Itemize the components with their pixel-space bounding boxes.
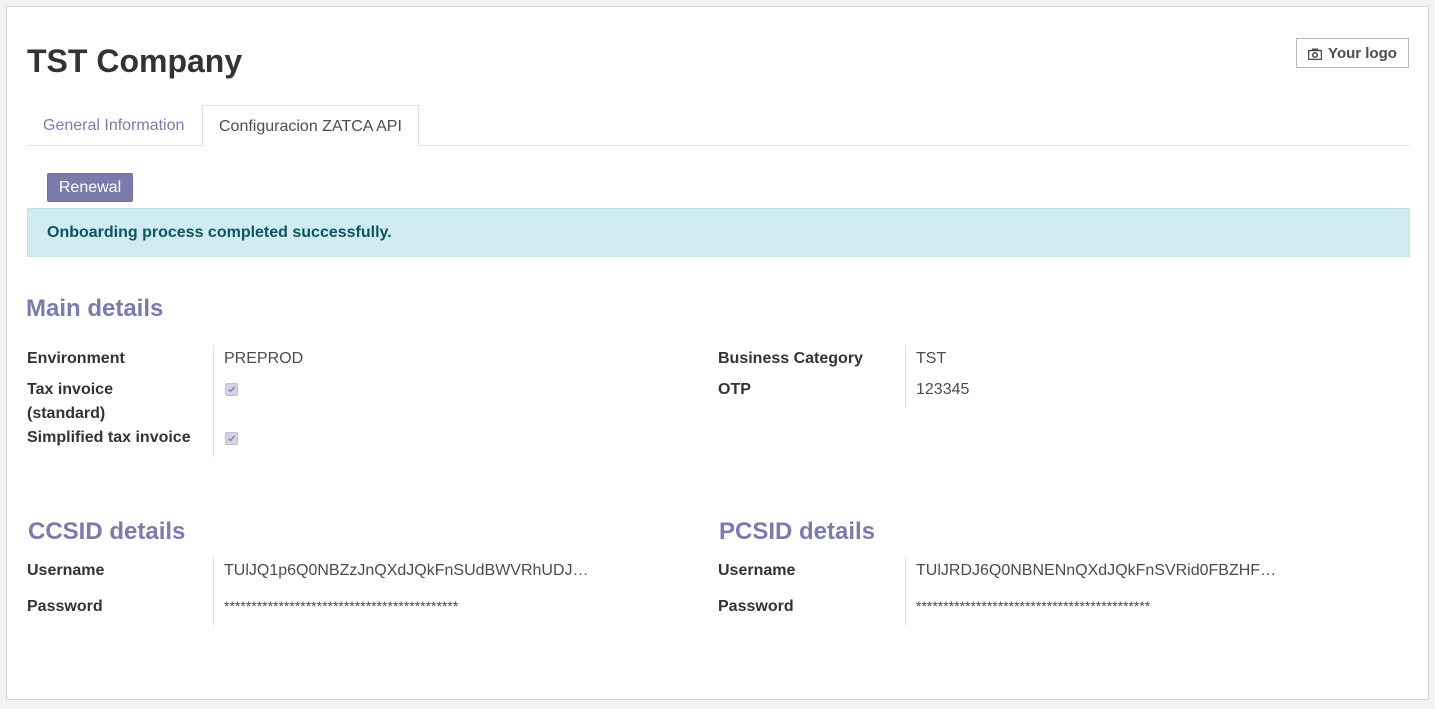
form-tabs: General Information Configuracion ZATCA … (27, 105, 1410, 147)
upload-logo-button[interactable]: Your logo (1296, 38, 1409, 68)
renewal-button[interactable]: Renewal (47, 173, 133, 202)
field-divider (905, 345, 906, 408)
tab-zatca-api-config[interactable]: Configuracion ZATCA API (202, 105, 419, 147)
ccsid-username-value[interactable]: TUlJQ1p6Q0NBZzJnQXdJQkFnSUdBWVRhUDJ… (224, 559, 589, 583)
simplified-tax-invoice-label: Simplified tax invoice (27, 429, 191, 446)
simplified-tax-invoice-checkbox[interactable] (225, 432, 238, 445)
tax-invoice-label: Tax invoice (standard) (27, 378, 113, 426)
pcsid-password-label: Password (718, 598, 794, 615)
ccsid-password-value[interactable]: ****************************************… (224, 594, 458, 618)
form-sheet: TST Company Your logo General Informatio… (6, 6, 1429, 700)
field-divider (213, 345, 214, 457)
otp-label: OTP (718, 381, 751, 398)
main-details-heading: Main details (26, 295, 164, 322)
pcsid-password-value[interactable]: ****************************************… (916, 594, 1150, 618)
business-category-value[interactable]: TST (916, 347, 946, 371)
tab-general-information[interactable]: General Information (27, 105, 200, 146)
environment-label: Environment (27, 350, 125, 367)
pcsid-username-value[interactable]: TUlJRDJ6Q0NBNENnQXdJQkFnSVRid0FBZHF… (916, 559, 1276, 583)
otp-value[interactable]: 123345 (916, 378, 969, 402)
tax-invoice-label-line1: Tax invoice (27, 381, 113, 398)
ccsid-details-heading: CCSID details (28, 518, 186, 545)
tax-invoice-label-line2: (standard) (27, 405, 106, 422)
upload-logo-label: Your logo (1328, 44, 1397, 62)
field-divider (213, 557, 214, 626)
business-category-label: Business Category (718, 350, 863, 367)
tax-invoice-checkbox[interactable] (225, 383, 238, 396)
environment-value[interactable]: PREPROD (224, 347, 303, 371)
pcsid-username-label: Username (718, 562, 796, 579)
checkmark-icon (227, 386, 236, 393)
ccsid-username-label: Username (27, 562, 105, 579)
success-alert: Onboarding process completed successfull… (27, 208, 1410, 257)
camera-icon (1307, 47, 1323, 61)
field-divider (905, 557, 906, 626)
pcsid-details-heading: PCSID details (719, 518, 876, 545)
page-title: TST Company (27, 43, 243, 79)
ccsid-password-label: Password (27, 598, 103, 615)
checkmark-icon (227, 435, 236, 442)
